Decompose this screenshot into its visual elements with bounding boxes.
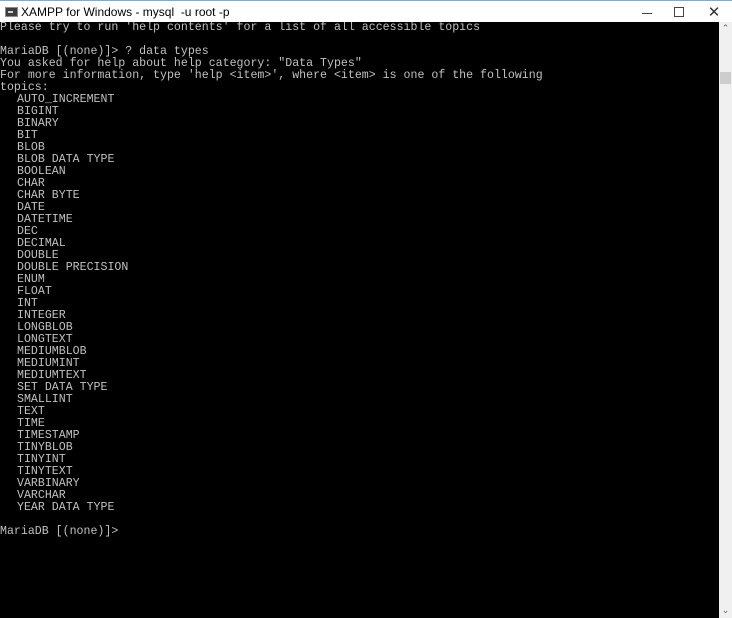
chevron-down-icon: ⌄ (721, 606, 730, 616)
console-icon (5, 7, 18, 17)
topic-item: FLOAT (17, 285, 52, 298)
topic-item: CHAR (17, 177, 45, 190)
topic-item: ENUM (17, 273, 45, 286)
topic-item: BLOB DATA TYPE (17, 153, 115, 166)
topic-item: BINARY (17, 117, 59, 130)
window-title: XAMPP for Windows - mysql -u root -p (21, 5, 230, 19)
scroll-down-button[interactable]: ⌄ (719, 604, 732, 618)
console-output[interactable]: Please try to run 'help contents' for a … (0, 22, 719, 618)
topic-item: SET DATA TYPE (17, 381, 108, 394)
topic-item: MEDIUMTEXT (17, 369, 87, 382)
topic-item: INTEGER (17, 309, 66, 322)
topic-item: TEXT (17, 405, 45, 418)
console-line: For more information, type 'help <item>'… (0, 69, 543, 82)
topics-list: AUTO_INCREMENT BIGINT BINARY BIT BLOB BLOB DA… (0, 94, 719, 514)
maximize-icon (674, 7, 684, 17)
topic-item: BOOLEAN (17, 165, 66, 178)
topic-item: BIGINT (17, 105, 59, 118)
topic-item: TIMESTAMP (17, 429, 80, 442)
topic-item: TIME (17, 417, 45, 430)
title-bar[interactable]: XAMPP for Windows - mysql -u root -p ✕ (0, 0, 732, 22)
topic-item: TINYBLOB (17, 441, 73, 454)
console-text: Please try to run 'help contents' for a … (0, 22, 719, 538)
chevron-up-icon: ⌃ (721, 24, 730, 34)
topic-item: DEC (17, 225, 38, 238)
console-window: XAMPP for Windows - mysql -u root -p ✕ P… (0, 0, 732, 618)
topic-item: YEAR DATA TYPE (17, 501, 115, 514)
minimize-icon (642, 12, 652, 14)
topic-item: VARBINARY (17, 477, 80, 490)
topic-item: CHAR BYTE (17, 189, 80, 202)
topic-item: SMALLINT (17, 393, 73, 406)
topic-item: DATETIME (17, 213, 73, 226)
topic-item: TINYINT (17, 453, 66, 466)
topic-item: MEDIUMINT (17, 357, 80, 370)
scroll-thumb[interactable] (720, 72, 731, 84)
scroll-up-button[interactable]: ⌃ (719, 22, 732, 36)
topic-item: DATE (17, 201, 45, 214)
topic-item: LONGBLOB (17, 321, 73, 334)
topic-item: TINYTEXT (17, 465, 73, 478)
close-button[interactable]: ✕ (697, 1, 731, 23)
close-icon: ✕ (707, 2, 721, 21)
topic-item: MEDIUMBLOB (17, 345, 87, 358)
console-line: Please try to run 'help contents' for a … (0, 22, 481, 34)
topic-item: DECIMAL (17, 237, 66, 250)
minimize-button[interactable] (630, 1, 664, 23)
prompt-line[interactable]: MariaDB [(none)]> (0, 526, 719, 538)
topic-item: DOUBLE PRECISION (17, 261, 129, 274)
topic-item: BIT (17, 129, 38, 142)
topic-item: INT (17, 297, 38, 310)
topic-item: LONGTEXT (17, 333, 73, 346)
vertical-scrollbar[interactable]: ⌃ ⌄ (719, 22, 732, 618)
maximize-button[interactable] (662, 1, 696, 23)
topic-item: AUTO_INCREMENT (17, 93, 115, 106)
